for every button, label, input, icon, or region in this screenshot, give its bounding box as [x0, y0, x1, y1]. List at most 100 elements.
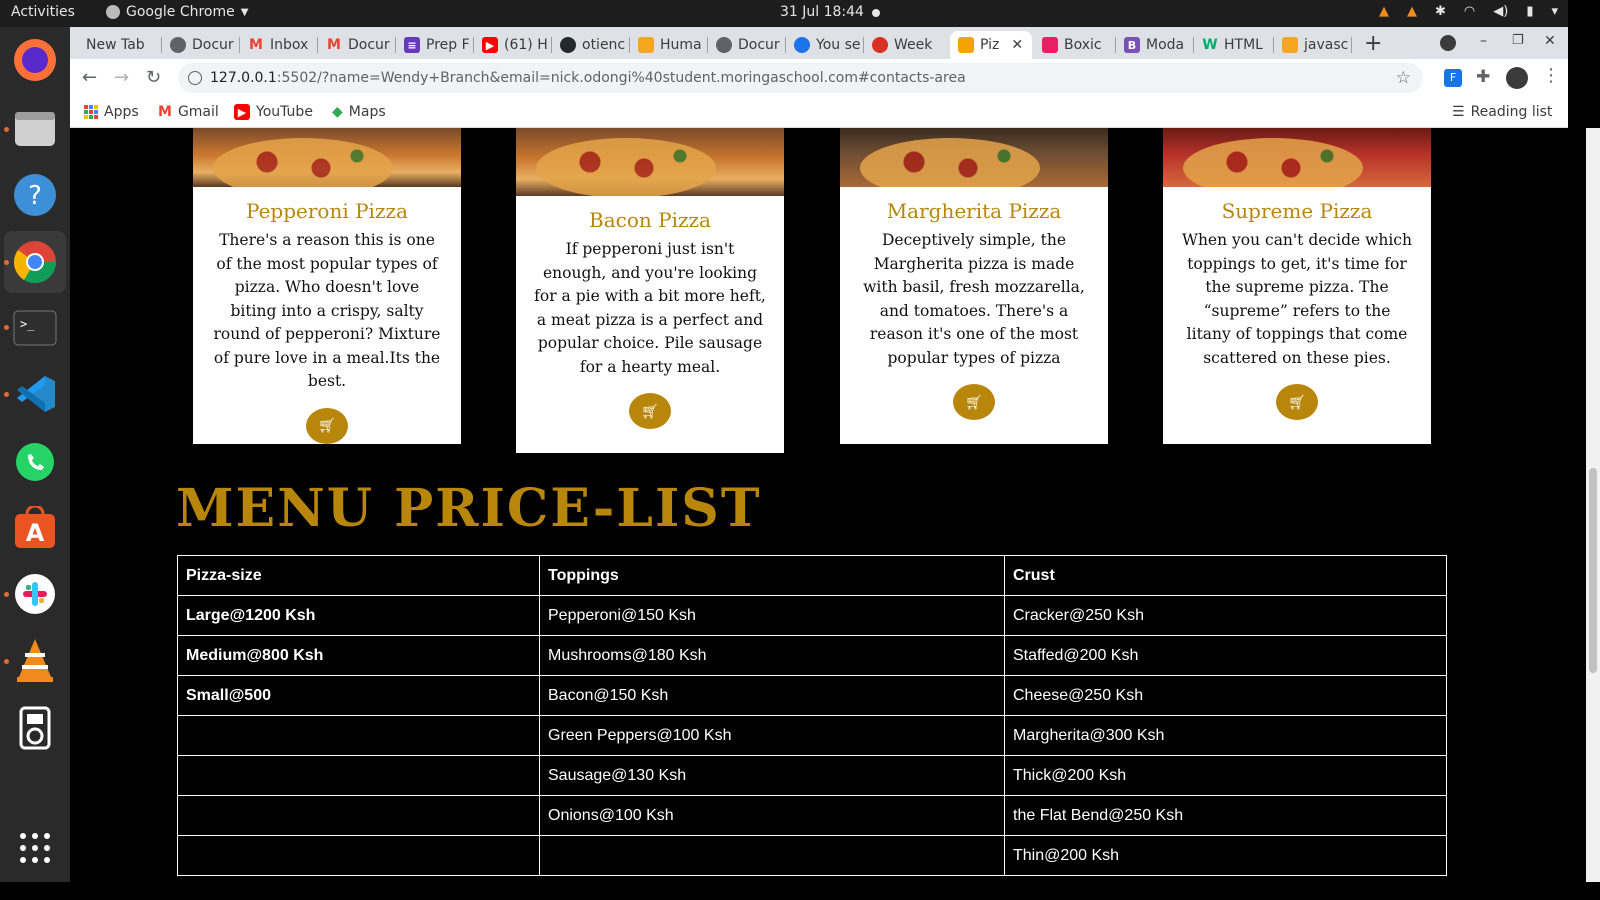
pizza-name: Supreme Pizza [1221, 199, 1373, 223]
tab-docs[interactable]: Docur [162, 31, 240, 59]
vlc-icon[interactable] [10, 635, 60, 685]
tab-docs-3[interactable]: Docur [708, 31, 786, 59]
bookmark-gmail[interactable]: M Gmail [158, 104, 219, 120]
tab-week[interactable]: Week [864, 31, 942, 59]
tab-boxicons[interactable]: Boxic [1034, 31, 1116, 59]
slack-icon[interactable] [10, 569, 60, 619]
cart-icon: 🛒︎ [641, 402, 659, 419]
topping-cell: Onions@100 Ksh [539, 795, 1005, 836]
tab-label: Docur [192, 37, 234, 53]
reading-list-button[interactable]: ☰ Reading list [1452, 104, 1552, 120]
profile-avatar[interactable] [1506, 67, 1528, 89]
tab-modal[interactable]: B Moda [1116, 31, 1194, 59]
wifi-icon[interactable]: ◠ [1464, 4, 1475, 19]
tab-label: Docur [348, 37, 390, 53]
tab-docs-2[interactable]: M Docur [318, 31, 396, 59]
tab-new-tab[interactable]: New Tab [78, 31, 162, 59]
tab-search-icon[interactable] [1440, 35, 1456, 51]
page-icon [1282, 37, 1298, 53]
close-window-icon[interactable]: ✕ [1544, 33, 1556, 49]
whatsapp-icon[interactable] [10, 437, 60, 487]
tab-you-se[interactable]: You se [786, 31, 864, 59]
running-indicator [4, 260, 9, 265]
tab-javascript[interactable]: javasc [1274, 31, 1352, 59]
tab-pizza-active[interactable]: Piz ✕ [950, 31, 1032, 59]
battery-icon[interactable]: ▮ [1526, 4, 1533, 19]
url-rest: :5502/?name=Wendy+Branch&email=nick.odon… [276, 70, 966, 86]
youtube-icon: ▶ [482, 37, 498, 53]
bookmark-maps[interactable]: ◆ Maps [332, 104, 386, 120]
back-icon[interactable]: ← [82, 67, 97, 88]
bookmark-star-icon[interactable]: ☆ [1396, 63, 1411, 93]
pizza-description: When you can't decide which toppings to … [1182, 231, 1412, 367]
topping-cell [539, 835, 1005, 876]
cart-icon: 🛒︎ [1288, 393, 1306, 410]
bookmark-label: YouTube [256, 104, 313, 120]
scrollbar-thumb[interactable] [1589, 468, 1597, 673]
cart-icon: 🛒︎ [965, 393, 983, 410]
more-menu-icon[interactable]: ⋮ [1542, 65, 1560, 86]
bootstrap-icon: B [1124, 37, 1140, 53]
price-table: Pizza-size Toppings Crust Large@1200 Ksh… [177, 555, 1447, 876]
clock[interactable]: 31 Jul 18:44 [780, 4, 864, 20]
pizza-card: Bacon Pizza If pepperoni just isn't enou… [516, 128, 784, 453]
pizza-image [840, 128, 1108, 187]
add-to-cart-button[interactable]: 🛒︎ [306, 407, 348, 444]
volume-icon[interactable]: ◀) [1493, 4, 1508, 19]
add-to-cart-button[interactable]: 🛒︎ [629, 393, 671, 429]
activities-button[interactable]: Activities [11, 4, 75, 20]
tab-huma[interactable]: Huma [630, 31, 708, 59]
forward-icon[interactable]: → [114, 67, 129, 88]
close-tab-icon[interactable]: ✕ [1011, 37, 1023, 53]
extension-icon[interactable]: F [1444, 69, 1462, 87]
bookmark-apps[interactable]: Apps [84, 104, 139, 120]
media-player-icon[interactable] [10, 703, 60, 753]
restore-icon[interactable]: ❐ [1512, 33, 1524, 48]
terminal-icon[interactable]: >_ [10, 303, 60, 353]
size-cell [177, 715, 540, 756]
firefox-icon[interactable] [10, 35, 60, 85]
vscode-icon[interactable] [10, 369, 60, 419]
app-center-icon[interactable]: A [10, 503, 60, 553]
pizza-description: There's a reason this is one of the most… [213, 231, 441, 390]
power-menu-icon[interactable]: ▾ [1551, 4, 1558, 19]
system-tray[interactable]: ▲ ▲ ✱ ◠ ◀) ▮ ▾ [1379, 4, 1558, 19]
minimize-icon[interactable]: – [1480, 33, 1487, 49]
reading-list-icon: ☰ [1452, 104, 1465, 120]
slack-tray-icon[interactable]: ✱ [1435, 4, 1446, 19]
add-to-cart-button[interactable]: 🛒︎ [953, 384, 995, 420]
tab-label: (61) H [504, 37, 548, 53]
show-applications-icon[interactable] [10, 823, 60, 873]
size-cell: Small@500 [177, 675, 540, 716]
tab-html[interactable]: W HTML [1194, 31, 1274, 59]
maps-icon: ◆ [332, 104, 343, 120]
browser-toolbar: ← → ↻ 127.0.0.1:5502/?name=Wendy+Branch&… [70, 59, 1568, 97]
size-cell [177, 755, 540, 796]
extensions-puzzle-icon[interactable]: ✚ [1476, 67, 1490, 87]
site-info-icon[interactable] [188, 71, 202, 85]
vlc-tray-icon-2[interactable]: ▲ [1407, 4, 1417, 19]
help-icon[interactable]: ? [10, 170, 60, 220]
pizza-icon [958, 37, 974, 53]
files-icon[interactable] [10, 103, 60, 153]
chrome-icon [106, 5, 120, 19]
table-row: Onions@100 Ksh the Flat Bend@250 Ksh [177, 795, 1447, 836]
bookmark-youtube[interactable]: ▶ YouTube [234, 104, 313, 120]
tab-label: Boxic [1064, 37, 1102, 53]
crust-cell: Margherita@300 Ksh [1004, 715, 1447, 756]
app-menu[interactable]: Google Chrome ▼ [106, 4, 248, 20]
browser-window: New Tab Docur M Inbox M Docur ≡ Prep F ▶ (61… [70, 27, 1568, 128]
add-to-cart-button[interactable]: 🛒︎ [1276, 384, 1318, 420]
chrome-icon[interactable] [4, 231, 66, 293]
tab-youtube[interactable]: ▶ (61) H [474, 31, 552, 59]
reload-icon[interactable]: ↻ [146, 67, 161, 88]
page-scrollbar[interactable] [1586, 128, 1600, 882]
page-icon [794, 37, 810, 53]
docs-icon [716, 37, 732, 53]
tab-inbox[interactable]: M Inbox [240, 31, 318, 59]
vlc-tray-icon[interactable]: ▲ [1379, 4, 1389, 19]
tab-github[interactable]: otienc [552, 31, 630, 59]
tab-prep[interactable]: ≡ Prep F [396, 31, 474, 59]
address-bar[interactable]: 127.0.0.1:5502/?name=Wendy+Branch&email=… [178, 63, 1423, 93]
new-tab-button[interactable]: + [1364, 31, 1382, 56]
